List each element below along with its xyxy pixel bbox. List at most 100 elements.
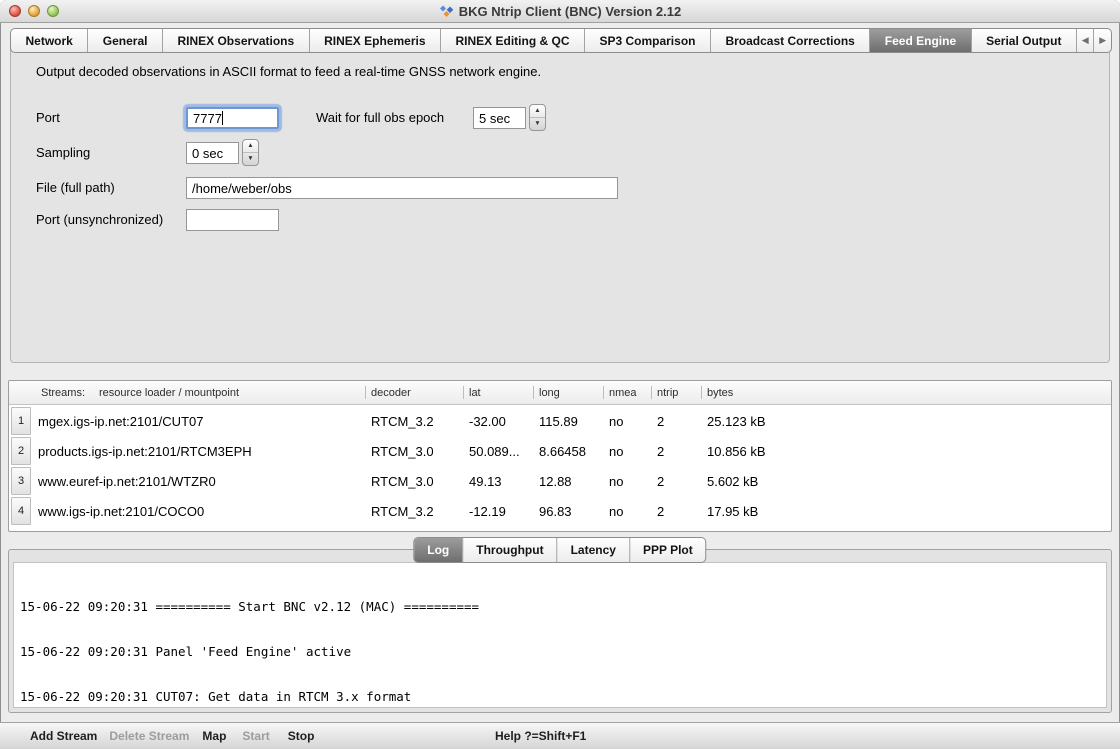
port-unsync-input[interactable] bbox=[186, 209, 279, 231]
cell-lat: -32.00 bbox=[463, 414, 533, 429]
delete-stream-button: Delete Stream bbox=[109, 729, 189, 743]
spin-down-icon[interactable]: ▼ bbox=[530, 118, 545, 130]
left-arrow-icon: ◀ bbox=[1082, 35, 1089, 46]
port-unsync-label: Port (unsynchronized) bbox=[36, 209, 163, 231]
cell-long: 115.89 bbox=[533, 414, 603, 429]
header-lat[interactable]: lat bbox=[463, 381, 533, 404]
app-window: BKG Ntrip Client (BNC) Version 2.12 Outp… bbox=[0, 0, 1120, 749]
spin-down-icon[interactable]: ▼ bbox=[243, 153, 258, 165]
bnc-logo-icon bbox=[439, 4, 454, 19]
tab-broadcast-corrections[interactable]: Broadcast Corrections bbox=[711, 29, 870, 52]
cell-bytes: 25.123 kB bbox=[701, 414, 1111, 429]
title-area: BKG Ntrip Client (BNC) Version 2.12 bbox=[0, 0, 1120, 22]
right-arrow-icon: ▶ bbox=[1099, 35, 1106, 46]
stream-row[interactable]: 1 mgex.igs-ip.net:2101/CUT07 RTCM_3.2 -3… bbox=[9, 405, 1111, 435]
cell-decoder: RTCM_3.0 bbox=[365, 474, 463, 489]
cell-bytes: 10.856 kB bbox=[701, 444, 1111, 459]
cell-ntrip: 2 bbox=[651, 474, 701, 489]
tab-ppp-plot[interactable]: PPP Plot bbox=[630, 538, 706, 562]
table-corner bbox=[9, 381, 35, 404]
titlebar: BKG Ntrip Client (BNC) Version 2.12 bbox=[0, 0, 1120, 23]
log-line: 15-06-22 09:20:31 CUT07: Get data in RTC… bbox=[20, 689, 1106, 704]
cell-decoder: RTCM_3.2 bbox=[365, 414, 463, 429]
stream-row[interactable]: 2 products.igs-ip.net:2101/RTCM3EPH RTCM… bbox=[9, 435, 1111, 465]
row-number: 3 bbox=[11, 467, 31, 495]
sampling-label: Sampling bbox=[36, 142, 90, 164]
feed-engine-panel: Output decoded observations in ASCII for… bbox=[10, 40, 1110, 363]
cell-long: 8.66458 bbox=[533, 444, 603, 459]
file-path-label: File (full path) bbox=[36, 177, 115, 199]
cell-bytes: 17.95 kB bbox=[701, 504, 1111, 519]
row-number: 1 bbox=[11, 407, 31, 435]
window-title: BKG Ntrip Client (BNC) Version 2.12 bbox=[459, 4, 681, 19]
log-panel: 15-06-22 09:20:31 ========== Start BNC v… bbox=[8, 549, 1112, 713]
spin-up-icon[interactable]: ▲ bbox=[243, 140, 258, 153]
stream-row[interactable]: 3 www.euref-ip.net:2101/WTZR0 RTCM_3.0 4… bbox=[9, 465, 1111, 495]
cell-mountpoint: products.igs-ip.net:2101/RTCM3EPH bbox=[35, 444, 365, 459]
cell-mountpoint: www.igs-ip.net:2101/COCO0 bbox=[35, 504, 365, 519]
spin-up-icon[interactable]: ▲ bbox=[530, 105, 545, 118]
log-line: 15-06-22 09:20:31 ========== Start BNC v… bbox=[20, 599, 1106, 614]
cell-lat: 49.13 bbox=[463, 474, 533, 489]
port-label: Port bbox=[36, 107, 60, 129]
tab-general[interactable]: General bbox=[88, 29, 163, 52]
header-mountpoint[interactable]: Streams: resource loader / mountpoint bbox=[35, 381, 365, 404]
minimize-button[interactable] bbox=[28, 5, 40, 17]
tab-scroll-buttons: ◀ ▶ bbox=[1077, 29, 1111, 52]
tab-scroll-left-button[interactable]: ◀ bbox=[1077, 29, 1095, 52]
wait-epoch-stepper[interactable]: ▲ ▼ bbox=[529, 104, 546, 131]
maximize-button[interactable] bbox=[47, 5, 59, 17]
cell-lat: -12.19 bbox=[463, 504, 533, 519]
text-cursor bbox=[222, 111, 223, 125]
streams-table-header: Streams: resource loader / mountpoint de… bbox=[9, 381, 1111, 405]
tab-scroll-right-button[interactable]: ▶ bbox=[1094, 29, 1111, 52]
bottom-toolbar: Add Stream Delete Stream Map Start Stop … bbox=[0, 722, 1120, 749]
cell-ntrip: 2 bbox=[651, 444, 701, 459]
main-tabbar: Network General RINEX Observations RINEX… bbox=[10, 28, 1112, 53]
cell-ntrip: 2 bbox=[651, 504, 701, 519]
tab-serial-output[interactable]: Serial Output bbox=[972, 29, 1077, 52]
tab-sp3-comparison[interactable]: SP3 Comparison bbox=[585, 29, 711, 52]
cell-nmea: no bbox=[603, 444, 651, 459]
sampling-stepper[interactable]: ▲ ▼ bbox=[242, 139, 259, 166]
cell-mountpoint: www.euref-ip.net:2101/WTZR0 bbox=[35, 474, 365, 489]
header-ntrip[interactable]: ntrip bbox=[651, 381, 701, 404]
streams-table: Streams: resource loader / mountpoint de… bbox=[8, 380, 1112, 532]
cell-decoder: RTCM_3.2 bbox=[365, 504, 463, 519]
cell-long: 96.83 bbox=[533, 504, 603, 519]
tab-network[interactable]: Network bbox=[11, 29, 88, 52]
window-controls bbox=[9, 5, 59, 17]
log-line: 15-06-22 09:20:31 Panel 'Feed Engine' ac… bbox=[20, 644, 1106, 659]
file-path-input[interactable] bbox=[186, 177, 618, 199]
cell-long: 12.88 bbox=[533, 474, 603, 489]
map-button[interactable]: Map bbox=[202, 729, 226, 743]
tab-feed-engine[interactable]: Feed Engine bbox=[870, 29, 971, 52]
add-stream-button[interactable]: Add Stream bbox=[30, 729, 97, 743]
stream-row[interactable]: 4 www.igs-ip.net:2101/COCO0 RTCM_3.2 -12… bbox=[9, 495, 1111, 525]
tab-log[interactable]: Log bbox=[414, 538, 463, 562]
cell-nmea: no bbox=[603, 504, 651, 519]
tab-rinex-ephemeris[interactable]: RINEX Ephemeris bbox=[310, 29, 441, 52]
sampling-input[interactable] bbox=[186, 142, 239, 164]
log-output[interactable]: 15-06-22 09:20:31 ========== Start BNC v… bbox=[13, 562, 1107, 708]
tab-rinex-editing-qc[interactable]: RINEX Editing & QC bbox=[441, 29, 585, 52]
tab-latency[interactable]: Latency bbox=[558, 538, 630, 562]
tab-rinex-observations[interactable]: RINEX Observations bbox=[163, 29, 310, 52]
start-button: Start bbox=[242, 729, 269, 743]
port-input[interactable] bbox=[186, 107, 279, 129]
close-button[interactable] bbox=[9, 5, 21, 17]
header-bytes[interactable]: bytes bbox=[701, 381, 1111, 404]
cell-ntrip: 2 bbox=[651, 414, 701, 429]
header-nmea[interactable]: nmea bbox=[603, 381, 651, 404]
wait-epoch-label: Wait for full obs epoch bbox=[316, 107, 444, 129]
cell-lat: 50.089... bbox=[463, 444, 533, 459]
cell-nmea: no bbox=[603, 414, 651, 429]
cell-nmea: no bbox=[603, 474, 651, 489]
header-decoder[interactable]: decoder bbox=[365, 381, 463, 404]
row-number: 2 bbox=[11, 437, 31, 465]
wait-epoch-input[interactable] bbox=[473, 107, 526, 129]
row-number: 4 bbox=[11, 497, 31, 525]
tab-throughput[interactable]: Throughput bbox=[463, 538, 557, 562]
stop-button[interactable]: Stop bbox=[288, 729, 315, 743]
header-long[interactable]: long bbox=[533, 381, 603, 404]
